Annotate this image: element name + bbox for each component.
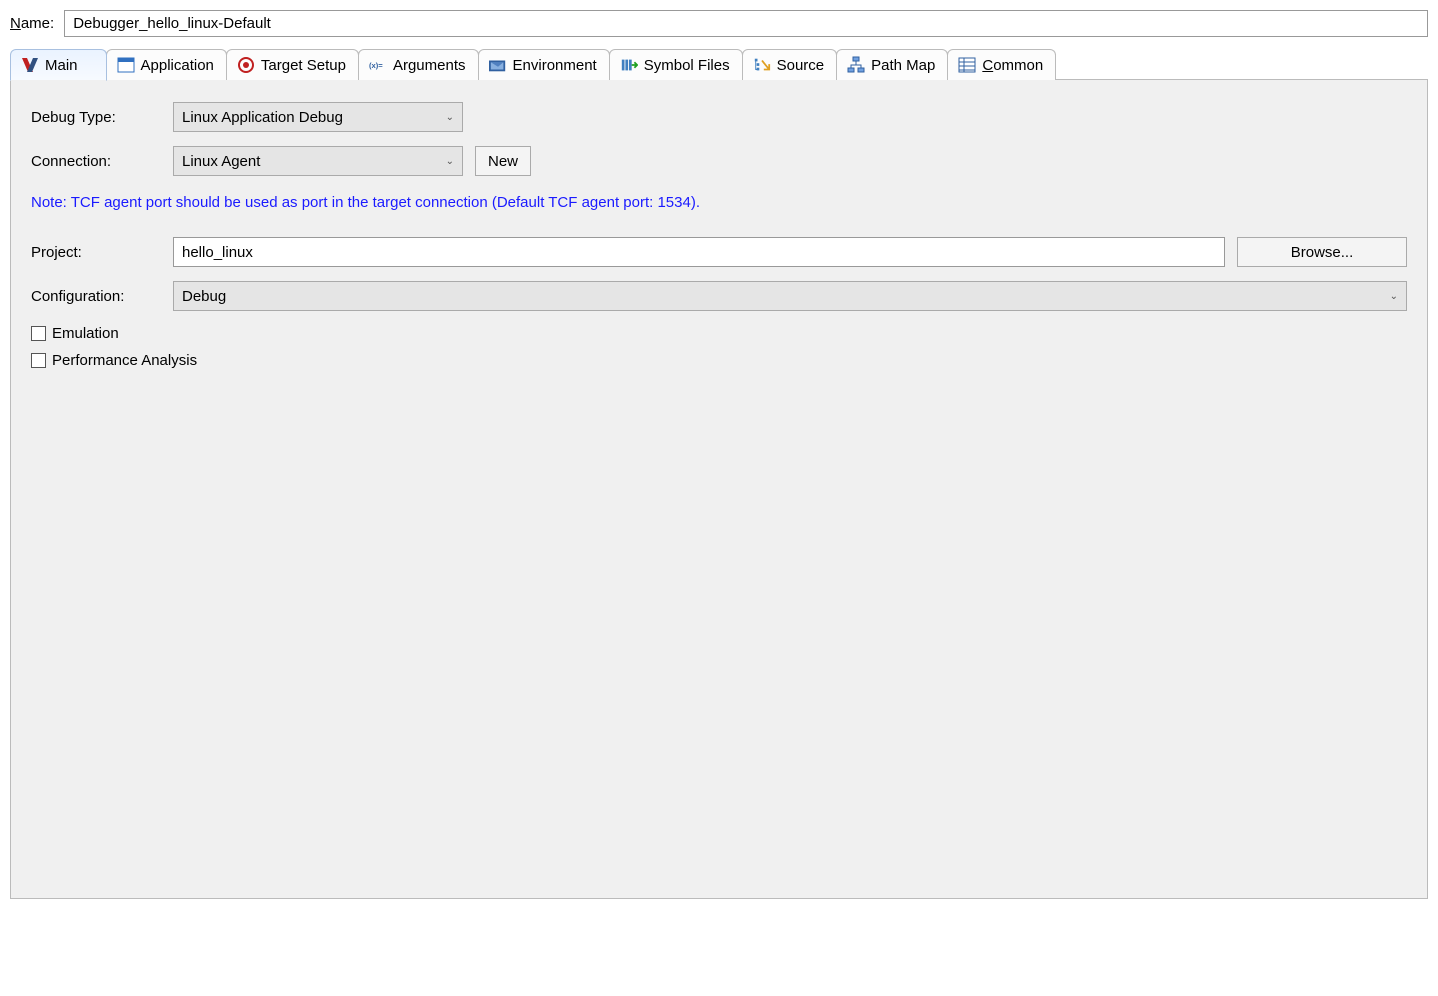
debug-type-value: Linux Application Debug — [182, 109, 343, 126]
tab-target-setup[interactable]: Target Setup — [226, 49, 359, 80]
name-label: Name: — [10, 15, 54, 32]
tab-gutter — [1055, 79, 1428, 80]
symbol-files-icon — [620, 56, 638, 74]
table-icon — [958, 56, 976, 74]
project-input[interactable] — [173, 237, 1225, 267]
tab-environment[interactable]: Environment — [478, 49, 610, 80]
chevron-down-icon: ⌄ — [446, 112, 454, 123]
tab-label: Target Setup — [261, 57, 346, 74]
debug-type-label: Debug Type: — [31, 109, 161, 126]
emulation-checkbox[interactable] — [31, 326, 46, 341]
xilinx-icon — [21, 56, 39, 74]
tab-symbol-files[interactable]: Symbol Files — [609, 49, 743, 80]
performance-checkbox[interactable] — [31, 353, 46, 368]
project-label: Project: — [31, 244, 161, 261]
target-icon — [237, 56, 255, 74]
chevron-down-icon: ⌄ — [1390, 291, 1398, 302]
tcf-note: Note: TCF agent port should be used as p… — [31, 194, 1407, 211]
name-input[interactable] — [64, 10, 1428, 37]
tab-label: Path Map — [871, 57, 935, 74]
emulation-label: Emulation — [52, 325, 119, 342]
arguments-icon: (x)= — [369, 56, 387, 74]
connection-value: Linux Agent — [182, 153, 260, 170]
tab-common[interactable]: Common — [947, 49, 1056, 80]
tab-label: Arguments — [393, 57, 466, 74]
configuration-label: Configuration: — [31, 288, 161, 305]
tab-arguments[interactable]: (x)= Arguments — [358, 49, 479, 80]
main-panel: Debug Type: Linux Application Debug ⌄ Co… — [10, 79, 1428, 899]
tab-bar: Main Application Target Setup — [10, 49, 1428, 80]
tab-label: Environment — [513, 57, 597, 74]
browse-project-button[interactable]: Browse... — [1237, 237, 1407, 267]
source-icon — [753, 56, 771, 74]
new-connection-button[interactable]: New — [475, 146, 531, 176]
performance-label: Performance Analysis — [52, 352, 197, 369]
tab-path-map[interactable]: Path Map — [836, 49, 948, 80]
connection-label: Connection: — [31, 153, 161, 170]
tab-main[interactable]: Main — [10, 49, 107, 81]
tab-label: Application — [141, 57, 214, 74]
path-map-icon — [847, 56, 865, 74]
window-icon — [117, 56, 135, 74]
configuration-value: Debug — [182, 288, 226, 305]
debug-type-select[interactable]: Linux Application Debug ⌄ — [173, 102, 463, 132]
tab-label: Symbol Files — [644, 57, 730, 74]
connection-select[interactable]: Linux Agent ⌄ — [173, 146, 463, 176]
chevron-down-icon: ⌄ — [446, 156, 454, 167]
tab-label: Common — [982, 57, 1043, 74]
tab-source[interactable]: Source — [742, 49, 838, 80]
environment-icon — [489, 56, 507, 74]
configuration-select[interactable]: Debug ⌄ — [173, 281, 1407, 311]
svg-text:(x)=: (x)= — [369, 61, 383, 70]
tab-application[interactable]: Application — [106, 49, 227, 80]
tab-label: Main — [45, 57, 78, 74]
tab-label: Source — [777, 57, 825, 74]
